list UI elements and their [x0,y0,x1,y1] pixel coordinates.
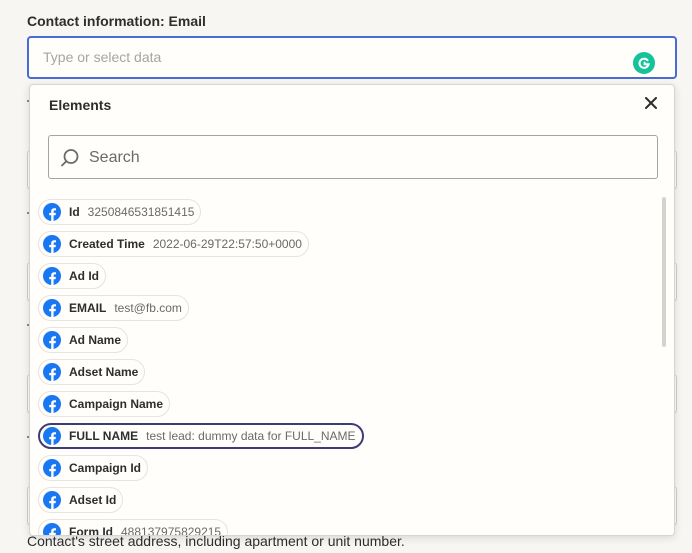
facebook-icon [43,203,61,221]
facebook-icon [43,267,61,285]
list-item[interactable]: Form Id 488137975829215 [38,519,229,536]
email-field[interactable]: Type or select data [27,36,677,79]
list-item-label: Ad Name [69,333,122,347]
facebook-icon [43,363,61,381]
list-item-label: EMAIL [69,301,107,315]
facebook-icon [43,491,61,509]
list-item[interactable]: Campaign Name [38,391,171,417]
list-item-value: 3250846531851415 [87,205,195,219]
facebook-icon [43,331,61,349]
popover-title: Elements [49,97,112,113]
search-placeholder: Search [89,149,140,166]
search-icon [61,149,79,167]
grammarly-icon[interactable] [633,52,655,74]
search-input[interactable]: Search [48,135,658,179]
facebook-icon [43,427,61,445]
list-item-label: Adset Id [69,493,117,507]
list-item[interactable]: Created Time 2022-06-29T22:57:50+0000 [38,231,309,257]
list-item[interactable]: Id 3250846531851415 [38,199,202,225]
list-item[interactable]: Adset Id [38,487,124,513]
facebook-icon [43,235,61,253]
facebook-icon [43,523,61,535]
list-item-value: test@fb.com [114,301,182,315]
list-item[interactable]: Ad Id [38,263,106,289]
list-scrollbar[interactable] [662,197,666,347]
facebook-icon [43,395,61,413]
list-item-value: 2022-06-29T22:57:50+0000 [152,237,302,251]
email-field-placeholder: Type or select data [43,49,162,65]
elements-popover: Elements Search Id 3250846531851415 Create… [29,84,675,536]
facebook-icon [43,299,61,317]
list-item-label: Form Id [69,525,113,536]
field-label: Contact information: Email [27,13,206,29]
close-icon [645,97,657,109]
list-item-label: Campaign Id [69,461,142,475]
list-item-label: Ad Id [69,269,99,283]
list-item-label: FULL NAME [69,429,139,443]
list-item[interactable]: Adset Name [38,359,146,385]
list-item[interactable]: FULL NAME test lead: dummy data for FULL_… [38,423,364,449]
close-button[interactable] [642,94,660,112]
list-item[interactable]: Ad Name [38,327,129,353]
list-item[interactable]: Campaign Id [38,455,149,481]
list-item-value: 488137975829215 [121,525,222,536]
list-item-label: Campaign Name [69,397,164,411]
facebook-icon [43,459,61,477]
list-item-label: Adset Name [69,365,139,379]
list-item[interactable]: EMAIL test@fb.com [38,295,189,321]
list-item-label: Created Time [69,237,145,251]
list-item-value: test lead: dummy data for FULL_NAME [146,429,356,443]
list-item-label: Id [69,205,80,219]
